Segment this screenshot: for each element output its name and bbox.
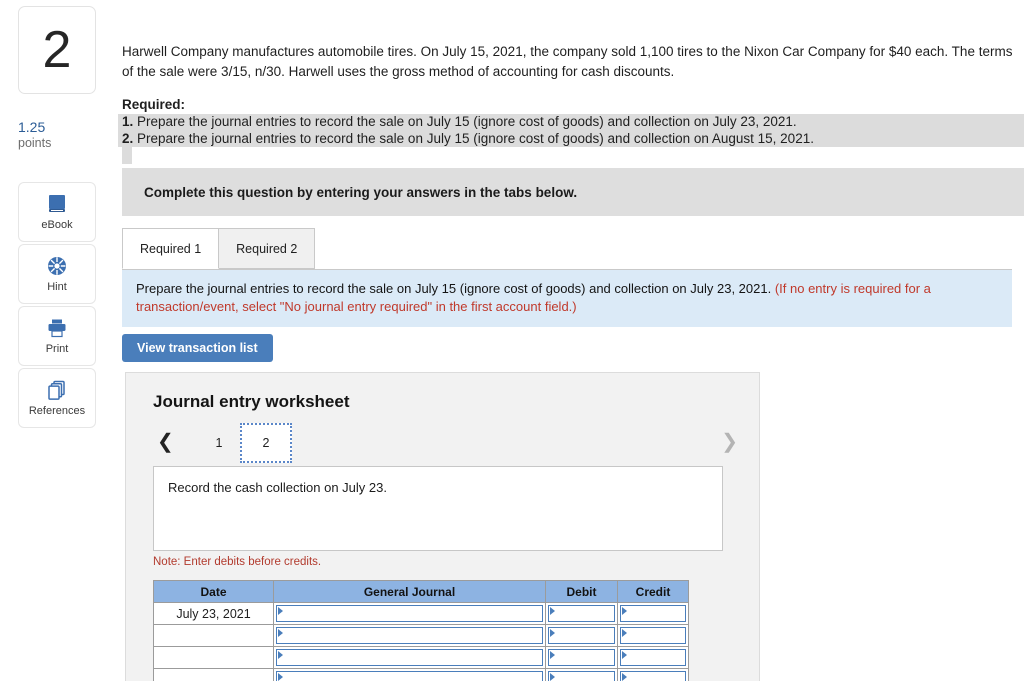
cell-credit-2[interactable] <box>617 624 689 647</box>
complete-question-text: Complete this question by entering your … <box>144 184 578 200</box>
cell-debit-4[interactable] <box>545 668 618 681</box>
worksheet-note: Note: Enter debits before credits. <box>153 556 322 568</box>
tab-required-1[interactable]: Required 1 <box>122 228 220 269</box>
requirement-tabs: Required 1 Required 2 <box>122 228 316 269</box>
worksheet-prompt: Record the cash collection on July 23. <box>153 466 723 551</box>
cell-general-journal-1[interactable] <box>273 602 546 625</box>
worksheet-title: Journal entry worksheet <box>153 392 350 411</box>
account-field-4[interactable] <box>276 671 543 681</box>
required-item-1-number: 1. <box>122 114 134 129</box>
question-page: 2 1.25 points eBook Hint Print Reference… <box>0 0 1024 681</box>
chevron-left-icon[interactable]: ❮ <box>157 429 174 455</box>
cell-credit-4[interactable] <box>617 668 689 681</box>
credit-field-4[interactable] <box>620 671 686 681</box>
required-heading: Required: <box>122 97 186 112</box>
references-label: References <box>28 405 86 417</box>
table-row <box>153 624 689 647</box>
cell-general-journal-4[interactable] <box>273 668 546 681</box>
ebook-icon <box>46 192 68 216</box>
cell-debit-1[interactable] <box>545 602 618 625</box>
debit-field-2[interactable] <box>548 627 615 644</box>
hint-button[interactable]: Hint <box>18 244 96 304</box>
ebook-button[interactable]: eBook <box>18 182 96 242</box>
column-header-date: Date <box>153 580 274 603</box>
cell-date-1: July 23, 2021 <box>153 602 274 625</box>
chevron-right-icon[interactable]: ❯ <box>721 429 738 455</box>
main-content: Harwell Company manufactures automobile … <box>118 0 1024 681</box>
question-body: Harwell Company manufactures automobile … <box>122 44 1013 79</box>
table-row: July 23, 2021 <box>153 602 689 625</box>
journal-entry-worksheet: Journal entry worksheet ❮ 1 2 ❯ Record t… <box>125 372 760 681</box>
required-item-1: 1. Prepare the journal entries to record… <box>122 114 1020 131</box>
cell-credit-1[interactable] <box>617 602 689 625</box>
cell-debit-2[interactable] <box>545 624 618 647</box>
required-item-2-number: 2. <box>122 130 134 146</box>
print-icon <box>46 316 68 340</box>
question-number-box: 2 <box>18 6 96 94</box>
complete-question-banner: Complete this question by entering your … <box>122 168 1024 216</box>
debit-field-4[interactable] <box>548 671 615 681</box>
account-field-3[interactable] <box>276 649 543 666</box>
worksheet-page-2[interactable]: 2 <box>240 423 292 463</box>
cell-credit-3[interactable] <box>617 646 689 669</box>
tool-button-stack: eBook Hint Print References <box>18 182 96 430</box>
text-selection-caret <box>122 147 132 164</box>
tab-required-1-label: Required 1 <box>140 241 202 256</box>
credit-field-2[interactable] <box>620 627 686 644</box>
cell-date-3 <box>153 646 274 669</box>
left-sidebar: 2 1.25 points eBook Hint Print Reference… <box>0 0 118 681</box>
table-row <box>153 668 689 681</box>
print-label: Print <box>45 343 69 355</box>
account-field-1[interactable] <box>276 605 543 622</box>
references-button[interactable]: References <box>18 368 96 428</box>
cell-general-journal-3[interactable] <box>273 646 546 669</box>
column-header-credit: Credit <box>617 580 689 603</box>
instruction-panel: Prepare the journal entries to record th… <box>122 269 1012 327</box>
debit-field-1[interactable] <box>548 605 615 622</box>
view-transaction-list-button[interactable]: View transaction list <box>122 334 273 362</box>
required-item-1-text: Prepare the journal entries to record th… <box>137 114 797 129</box>
hint-icon <box>46 254 68 278</box>
points-block: 1.25 points <box>18 119 108 151</box>
cell-date-4 <box>153 668 274 681</box>
points-value: 1.25 <box>18 119 46 135</box>
ebook-label: eBook <box>41 219 73 231</box>
points-label: points <box>18 136 52 150</box>
tab-required-2-label: Required 2 <box>236 241 298 256</box>
table-header-row: Date General Journal Debit Credit <box>153 580 689 603</box>
cell-general-journal-2[interactable] <box>273 624 546 647</box>
required-list: 1. Prepare the journal entries to record… <box>122 114 1020 147</box>
instruction-main: Prepare the journal entries to record th… <box>136 281 775 296</box>
required-item-2: 2. Prepare the journal entries to record… <box>122 131 1020 148</box>
column-header-general-journal: General Journal <box>273 580 546 603</box>
worksheet-pager: ❮ 1 2 ❯ <box>150 423 742 467</box>
hint-label: Hint <box>47 281 67 293</box>
credit-field-3[interactable] <box>620 649 686 666</box>
cell-date-2 <box>153 624 274 647</box>
question-number: 2 <box>42 21 72 79</box>
required-item-2-text: Prepare the journal entries to record th… <box>137 130 814 146</box>
cell-debit-3[interactable] <box>545 646 618 669</box>
table-row <box>153 646 689 669</box>
column-header-debit: Debit <box>545 580 618 603</box>
tab-required-2[interactable]: Required 2 <box>219 228 316 269</box>
credit-field-1[interactable] <box>620 605 686 622</box>
debit-field-3[interactable] <box>548 649 615 666</box>
worksheet-page-1[interactable]: 1 <box>203 426 235 459</box>
print-button[interactable]: Print <box>18 306 96 366</box>
references-icon <box>46 378 68 402</box>
account-field-2[interactable] <box>276 627 543 644</box>
journal-entry-table: Date General Journal Debit Credit July 2… <box>153 580 689 681</box>
